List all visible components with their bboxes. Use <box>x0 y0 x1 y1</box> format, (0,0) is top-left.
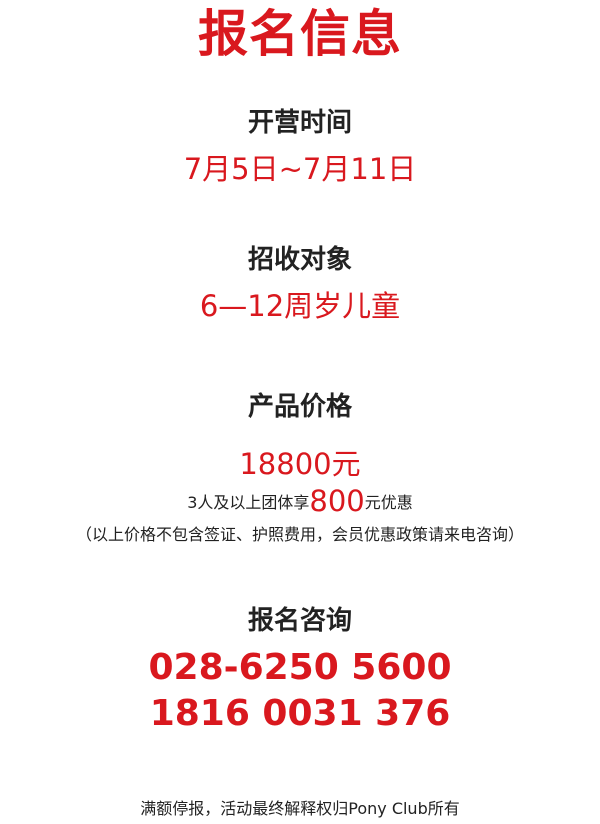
target-value: 6—12周岁儿童 <box>199 289 401 323</box>
contact-phone-1: 028-6250 5600 <box>148 647 452 688</box>
group-discount-prefix: 3人及以上团体享 <box>187 493 310 512</box>
target-heading: 招收对象 <box>247 245 352 275</box>
footer-disclaimer: 满额停报，活动最终解释权归Pony Club所有 <box>140 799 460 818</box>
contact-heading: 报名咨询 <box>247 606 352 636</box>
group-discount-suffix: 元优惠 <box>364 493 413 512</box>
group-discount-amount: 800 <box>309 484 365 518</box>
price-value: 18800元 <box>239 447 361 481</box>
camp-time-heading: 开营时间 <box>247 108 352 138</box>
contact-phone-2: 1816 0031 376 <box>149 693 451 734</box>
price-heading: 产品价格 <box>247 392 352 422</box>
registration-info-page: 报名信息 开营时间 7月5日~7月11日 招收对象 6—12周岁儿童 产品价格 … <box>0 0 600 824</box>
group-discount-line: 3人及以上团体享800元优惠 <box>0 487 600 517</box>
camp-time-value: 7月5日~7月11日 <box>183 152 417 186</box>
page-title: 报名信息 <box>198 5 402 63</box>
price-note: （以上价格不包含签证、护照费用，会员优惠政策请来电咨询） <box>75 525 524 544</box>
